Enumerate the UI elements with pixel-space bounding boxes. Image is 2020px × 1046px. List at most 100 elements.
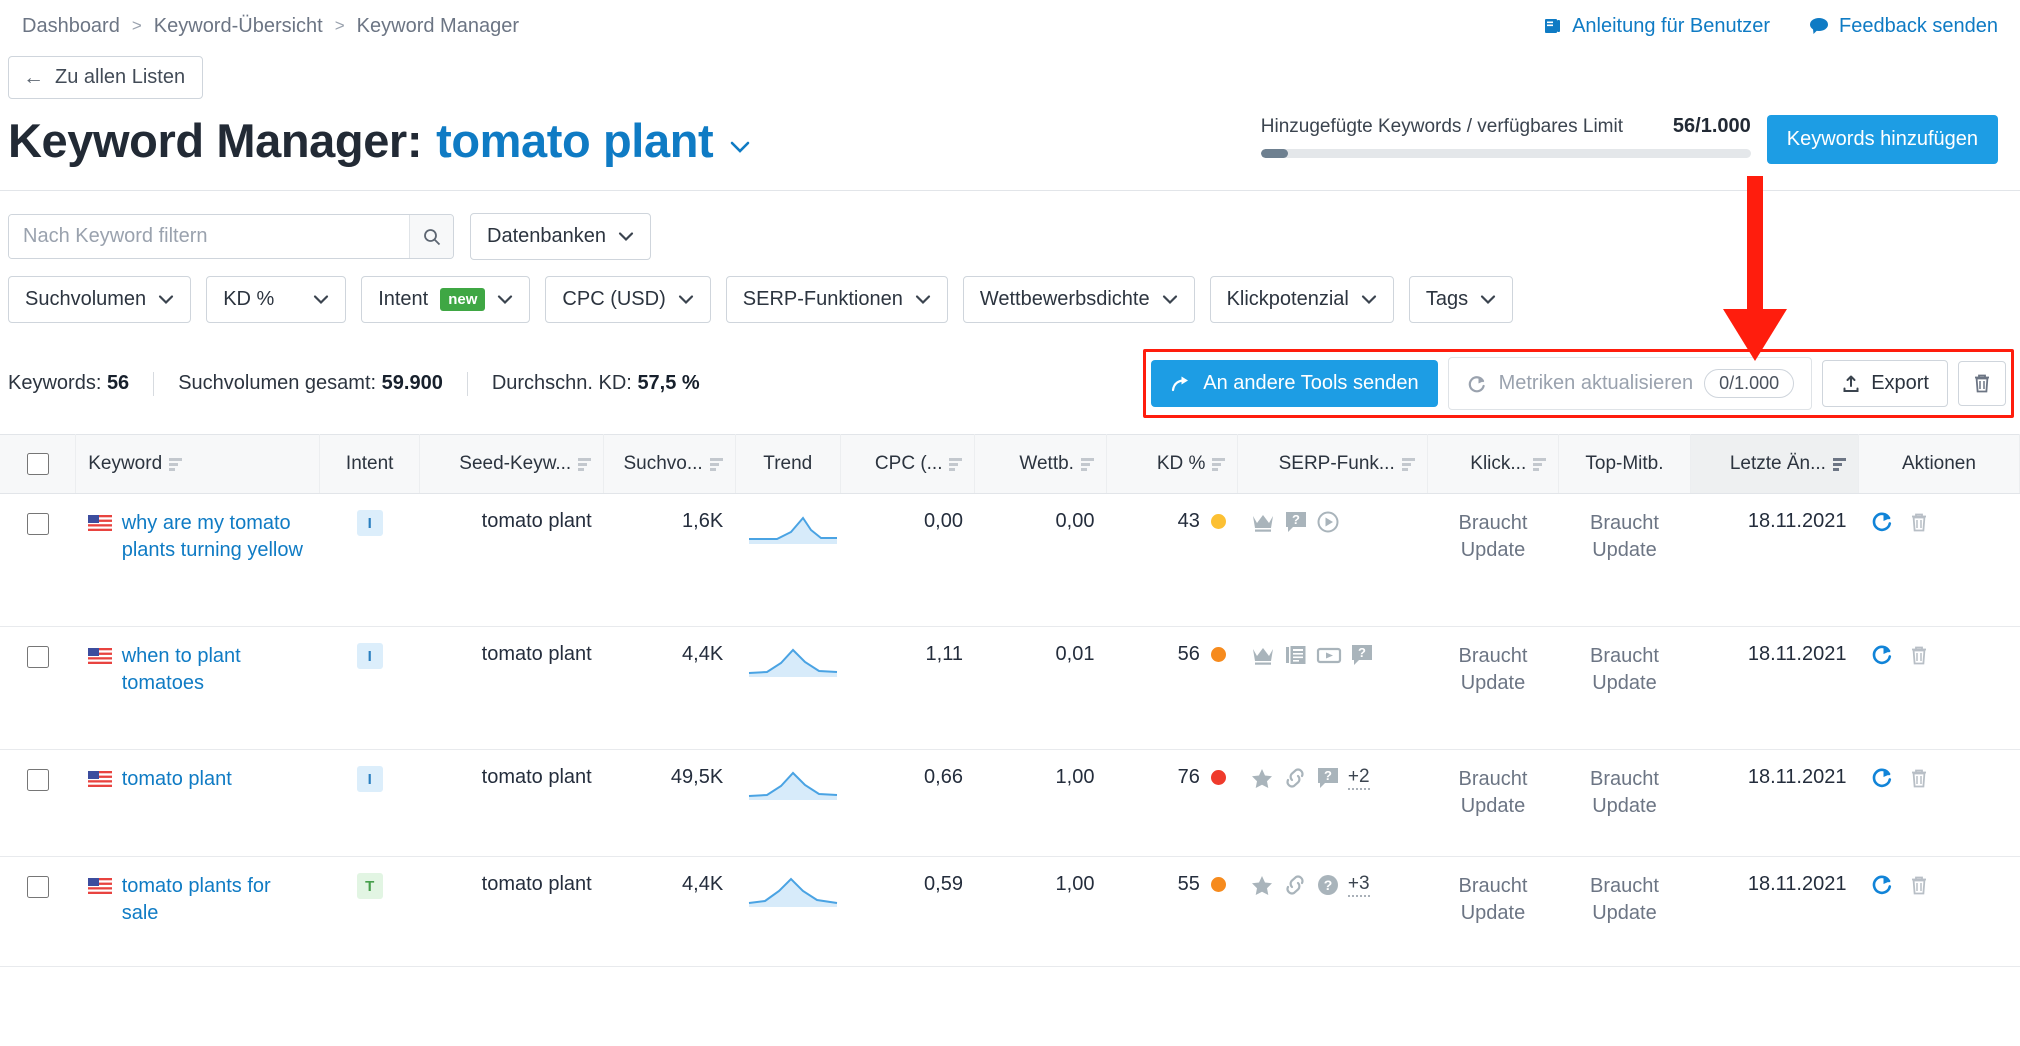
link-icon[interactable]	[1282, 873, 1308, 897]
stat-avg-kd: Durchschn. KD: 57,5 %	[468, 372, 724, 395]
video-circle-icon[interactable]	[1316, 510, 1340, 534]
stat-avg-kd-label: Durchschn. KD:	[491, 372, 632, 394]
select-all-checkbox[interactable]	[27, 453, 50, 475]
us-flag-icon	[87, 515, 112, 531]
send-feedback-link[interactable]: Feedback senden	[1808, 15, 1998, 38]
th-keyword[interactable]: Keyword	[75, 434, 321, 494]
th-last-update-label: Letzte Än...	[1729, 453, 1826, 474]
faq-icon[interactable]: ?	[1316, 766, 1340, 790]
limit-value: 56/1.000	[1672, 115, 1751, 137]
star-icon[interactable]	[1250, 766, 1274, 790]
filter-kd[interactable]: KD %	[206, 276, 347, 323]
refresh-row-icon[interactable]	[1870, 510, 1895, 534]
breadcrumb-item-keyword-uebersicht[interactable]: Keyword-Übersicht	[154, 15, 323, 38]
chevron-down-icon	[497, 294, 513, 305]
filter-intent[interactable]: Intent new	[361, 276, 531, 323]
refresh-row-icon[interactable]	[1870, 873, 1895, 897]
breadcrumb-item-dashboard[interactable]: Dashboard	[22, 15, 120, 38]
row-checkbox[interactable]	[27, 646, 50, 668]
sort-icon[interactable]	[1533, 457, 1547, 471]
th-click-potential-label: Klick...	[1470, 453, 1527, 474]
intent-badge[interactable]: I	[356, 643, 383, 669]
intent-badge[interactable]: T	[356, 873, 383, 899]
search-button[interactable]	[409, 215, 453, 258]
chevron-down-icon[interactable]	[725, 137, 755, 157]
th-kd[interactable]: KD %	[1106, 434, 1239, 494]
export-button[interactable]: Export	[1822, 360, 1948, 407]
page-title-keyword[interactable]: tomato plant	[436, 113, 714, 168]
th-last-update[interactable]: Letzte Än...	[1690, 434, 1859, 494]
th-select-all	[0, 434, 77, 494]
bulk-actions-highlight: An andere Tools senden Metriken aktualis…	[1143, 349, 2014, 418]
serp-more-link[interactable]: +3	[1347, 873, 1370, 897]
row-competition-cell: 0,01	[974, 626, 1107, 750]
sort-icon[interactable]	[169, 457, 183, 471]
filter-competition-density[interactable]: Wettbewerbsdichte	[962, 276, 1195, 323]
filter-tags[interactable]: Tags	[1408, 276, 1514, 323]
serp-more-link[interactable]: +2	[1347, 766, 1370, 790]
crown-icon[interactable]	[1250, 643, 1276, 667]
star-icon[interactable]	[1250, 873, 1274, 897]
th-competition[interactable]: Wettb.	[974, 434, 1107, 494]
breadcrumb-item-keyword-manager: Keyword Manager	[356, 14, 519, 37]
limit-label: Hinzugefügte Keywords / verfügbares Limi…	[1260, 116, 1623, 137]
sort-icon[interactable]	[578, 457, 592, 471]
delete-row-icon[interactable]	[1908, 767, 1930, 790]
th-serp-features[interactable]: SERP-Funk...	[1237, 434, 1428, 494]
faq-icon[interactable]: ?	[1350, 643, 1374, 667]
th-cpc[interactable]: CPC (...	[840, 434, 976, 494]
intent-badge[interactable]: I	[356, 766, 383, 792]
link-icon[interactable]	[1282, 766, 1308, 790]
back-to-all-lists-button[interactable]: ← Zu allen Listen	[8, 56, 204, 99]
delete-row-icon[interactable]	[1908, 511, 1930, 534]
faq-icon[interactable]: ?	[1284, 510, 1308, 534]
search-input[interactable]	[9, 215, 409, 258]
click-potential-value: Braucht Update	[1458, 645, 1528, 694]
keyword-link[interactable]: why are my tomato plants turning yellow	[122, 510, 308, 564]
row-intent-cell: I	[319, 749, 420, 857]
stat-avg-kd-value: 57,5 %	[637, 372, 700, 394]
th-keyword-label: Keyword	[88, 453, 163, 474]
delete-row-icon[interactable]	[1908, 644, 1930, 667]
video-box-icon[interactable]	[1316, 643, 1342, 667]
sort-icon[interactable]	[709, 457, 723, 471]
refresh-row-icon[interactable]	[1870, 766, 1895, 790]
back-button-label: Zu allen Listen	[55, 66, 186, 88]
keywords-table: Keyword Intent Seed-Keyw... Suchvo... Tr…	[0, 434, 2020, 967]
sort-icon[interactable]	[949, 457, 963, 471]
keyword-link[interactable]: tomato plant	[122, 766, 232, 793]
question-circle-icon[interactable]: ?	[1316, 873, 1340, 897]
refresh-row-icon[interactable]	[1870, 643, 1895, 667]
sort-icon[interactable]	[1212, 457, 1226, 471]
row-click-potential-cell: Braucht Update	[1427, 749, 1559, 857]
filter-click-potential[interactable]: Klickpotenzial	[1209, 276, 1394, 323]
row-checkbox[interactable]	[27, 769, 50, 791]
filter-databases[interactable]: Datenbanken	[470, 213, 651, 260]
add-keywords-button[interactable]: Keywords hinzufügen	[1766, 115, 1998, 164]
filter-cpc[interactable]: CPC (USD)	[545, 276, 711, 323]
crown-icon[interactable]	[1250, 510, 1276, 534]
intent-badge[interactable]: I	[356, 510, 383, 536]
th-competition-label: Wettb.	[1019, 453, 1074, 474]
send-to-other-tools-button[interactable]: An andere Tools senden	[1151, 360, 1438, 407]
row-checkbox[interactable]	[27, 513, 50, 535]
row-checkbox[interactable]	[27, 876, 50, 898]
news-icon[interactable]	[1284, 643, 1308, 667]
th-click-potential[interactable]: Klick...	[1427, 434, 1560, 494]
sort-icon[interactable]	[1080, 457, 1094, 471]
row-kd-cell: 55	[1106, 856, 1238, 967]
filter-serp-features[interactable]: SERP-Funktionen	[725, 276, 948, 323]
sort-icon[interactable]	[1401, 457, 1415, 471]
th-seed-keyword[interactable]: Seed-Keyw...	[419, 434, 605, 494]
delete-row-icon[interactable]	[1908, 874, 1930, 897]
user-guide-link[interactable]: Anleitung für Benutzer	[1543, 15, 1770, 38]
row-select-cell	[0, 493, 76, 627]
filter-suchvolumen[interactable]: Suchvolumen	[8, 276, 192, 323]
row-kd-cell: 76	[1106, 749, 1238, 857]
sort-icon[interactable]	[1832, 457, 1846, 471]
delete-selected-button[interactable]	[1958, 361, 2006, 406]
keyword-link[interactable]: when to plant tomatoes	[122, 643, 308, 697]
th-search-volume[interactable]: Suchvo...	[603, 434, 736, 494]
keyword-link[interactable]: tomato plants for sale	[122, 873, 308, 927]
stat-total-volume-value: 59.900	[381, 372, 443, 394]
